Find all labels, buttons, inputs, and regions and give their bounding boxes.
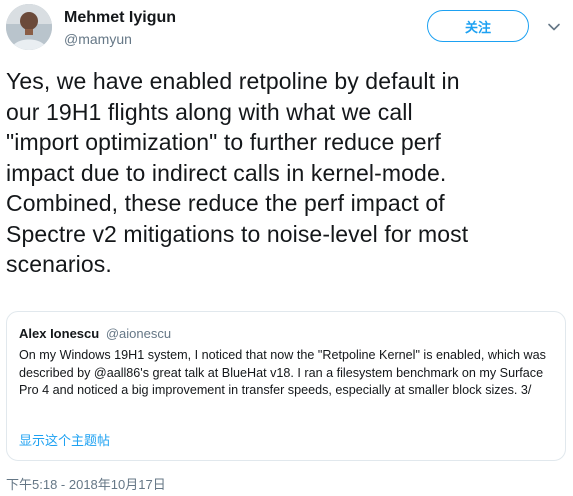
follow-button[interactable]: 关注 [427, 10, 529, 42]
divider [6, 468, 566, 469]
tweet-text: Yes, we have enabled retpoline by defaul… [6, 68, 469, 277]
chevron-down-icon[interactable] [547, 20, 561, 34]
show-thread-link[interactable]: 显示这个主题帖 [19, 430, 110, 449]
author-name[interactable]: Mehmet Iyigun [64, 9, 176, 27]
quoted-tweet-text: On my Windows 19H1 system, I noticed tha… [19, 348, 546, 397]
avatar[interactable] [6, 4, 52, 50]
quoted-author-handle: @aionescu [105, 326, 172, 341]
quoted-author-name: Alex Ionescu [19, 326, 100, 341]
quoted-tweet[interactable]: Alex Ionescu @aionescu On my Windows 19H… [6, 311, 566, 461]
tweet-timestamp[interactable]: 下午5:18 - 2018年10月17日 [6, 474, 166, 493]
quoted-tweet-header: Alex Ionescu @aionescu [19, 326, 171, 341]
author-handle[interactable]: @mamyun [64, 31, 132, 47]
